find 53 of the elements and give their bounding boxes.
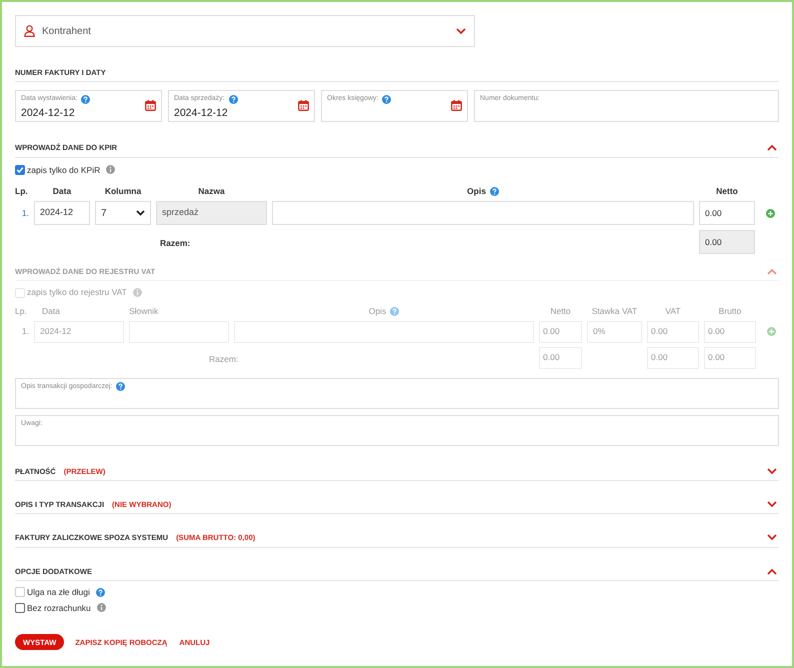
row-number: 1.	[20, 206, 29, 220]
column-header: Brutto	[718, 305, 742, 318]
checkbox-label: zapis tylko do rejestru VAT	[27, 286, 127, 299]
checkbox-label: Bez rozrachunku	[27, 602, 91, 614]
help-icon	[116, 382, 126, 391]
info-icon	[132, 288, 142, 298]
total-field: 0.00	[539, 346, 582, 369]
calendar-icon	[298, 100, 309, 112]
checkbox-label: Ulga na złe długi	[27, 586, 90, 598]
column-header: Kolumna	[104, 185, 142, 198]
add-icon	[766, 327, 776, 336]
net-amount-input[interactable]: 0.00	[699, 201, 755, 225]
column-header: Opis	[368, 305, 386, 318]
checkbox-label: zapis tylko do KPiR	[27, 164, 100, 176]
check-icon	[16, 166, 24, 174]
total-field: 0.00	[699, 230, 755, 254]
help-icon	[490, 187, 499, 196]
contractor-select[interactable]: Kontrahent	[15, 15, 475, 47]
help-icon	[228, 95, 238, 104]
date-input[interactable]: 2024-12	[34, 201, 90, 225]
total-label: Razem:	[209, 354, 238, 364]
field-value: 2024-12-12	[21, 106, 76, 121]
column-header: VAT	[665, 305, 681, 318]
total-field: 0.00	[647, 346, 699, 369]
column-header: Data	[52, 185, 72, 198]
column-header: Słownik	[129, 305, 158, 318]
column-header: Data	[42, 305, 60, 318]
total-label: Razem:	[160, 238, 190, 248]
help-icon	[81, 95, 90, 104]
checkbox[interactable]	[15, 602, 25, 613]
column-select[interactable]: 7	[95, 201, 151, 225]
help-icon	[390, 306, 400, 316]
calendar-icon	[145, 100, 156, 112]
column-header: Opis	[467, 185, 486, 198]
chevron-down-icon	[136, 210, 145, 216]
column-header: Lp.	[15, 305, 27, 318]
column-header: Netto	[716, 185, 738, 198]
row-number: 1.	[20, 325, 29, 338]
name-field: sprzedaż	[156, 201, 267, 225]
info-icon	[106, 165, 116, 174]
chevron-down-icon	[456, 28, 466, 34]
add-icon[interactable]	[766, 208, 774, 218]
column-header: Lp.	[15, 185, 28, 198]
field-value: 2024-12-12	[174, 106, 229, 121]
user-icon	[24, 25, 35, 37]
description-input[interactable]	[272, 201, 694, 225]
column-header: Stawka VAT	[592, 305, 638, 318]
calendar-icon	[451, 100, 462, 112]
column-header: Netto	[550, 305, 571, 318]
column-header: Nazwa	[198, 185, 225, 198]
help-icon	[382, 95, 392, 104]
total-field: 0.00	[704, 346, 756, 369]
checkbox[interactable]	[15, 164, 25, 175]
